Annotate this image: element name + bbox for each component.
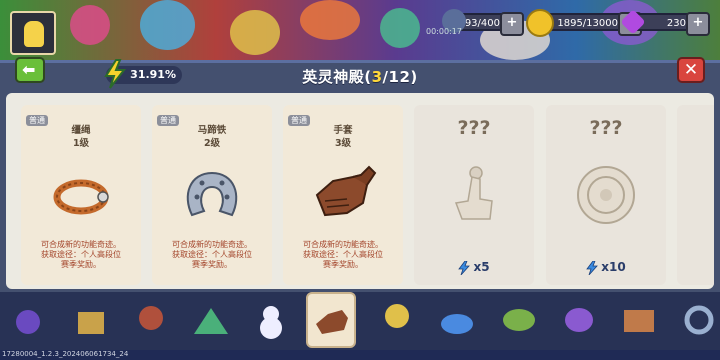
fountain-icon: [441, 314, 473, 334]
close-button[interactable]: ✕: [677, 57, 705, 83]
unlock-cost: x10: [546, 260, 666, 275]
add-gem-button[interactable]: +: [686, 12, 710, 36]
horseshoe-icon: [186, 171, 238, 217]
unlock-cost: x5: [414, 260, 534, 275]
item-name: 缰绳: [71, 125, 91, 136]
item-level: 1级: [72, 138, 90, 149]
category-slot[interactable]: [126, 294, 176, 344]
item-card-locked[interactable]: ??? x5: [414, 105, 534, 285]
item-card-partial[interactable]: [677, 105, 714, 285]
back-button[interactable]: ⬅: [15, 57, 45, 83]
coin-value: 1895/13000: [557, 18, 618, 29]
hill-icon: [194, 308, 228, 334]
item-description: 可合成新的功能奇迹。 获取途径：个人高段位 赛季奖励。: [41, 240, 121, 269]
collection-progress: 31.91%: [104, 59, 182, 89]
coin-icon: [526, 9, 554, 37]
player-avatar[interactable]: [10, 11, 56, 55]
arch-icon: [78, 312, 104, 334]
leaf-icon: [503, 309, 535, 331]
category-slot[interactable]: [554, 294, 604, 344]
rope-icon: [53, 179, 109, 215]
category-slot[interactable]: [66, 294, 116, 344]
ring-icon: [684, 305, 714, 335]
timer-text: 00:00:17: [426, 27, 462, 36]
item-description: 可合成新的功能奇迹。 获取途径：个人高段位 赛季奖励。: [303, 240, 383, 269]
item-name: 手套: [333, 125, 353, 136]
category-slot[interactable]: [6, 294, 56, 344]
statue-silhouette-icon: [454, 166, 493, 220]
cauldron-icon: [565, 308, 593, 332]
progress-value: 31.91%: [130, 68, 176, 81]
shield-silhouette-icon: [577, 166, 635, 224]
category-slot[interactable]: [246, 294, 296, 344]
energy-icon: [586, 260, 599, 275]
item-level: 2级: [203, 138, 221, 149]
category-slot[interactable]: [432, 294, 482, 344]
item-card-locked[interactable]: ??? x10: [546, 105, 666, 285]
item-level: 3级: [334, 138, 352, 149]
progress-bolt-icon: [104, 59, 127, 89]
orb-icon: [16, 310, 40, 334]
item-name: 马蹄铁: [197, 125, 227, 136]
stamina-value: 93/400: [464, 18, 500, 29]
category-slot[interactable]: [494, 294, 544, 344]
category-slot[interactable]: [674, 294, 718, 344]
category-slot[interactable]: [186, 294, 236, 344]
gem-value: 230: [666, 18, 686, 29]
item-card-rein[interactable]: 普通 缰绳 1级 可合成新的功能奇迹。 获取途径：个人高段位 赛季奖励。: [21, 105, 141, 285]
back-arrow-icon: ⬅: [22, 60, 36, 79]
item-description: 可合成新的功能奇迹。 获取途径：个人高段位 赛季奖励。: [172, 240, 252, 269]
locked-title: ???: [589, 117, 623, 139]
item-card-glove[interactable]: 普通 手套 3级 可合成新的功能奇迹。 获取途径：个人高段位 赛季奖励。: [283, 105, 403, 285]
category-slot[interactable]: [614, 294, 664, 344]
category-slot-selected[interactable]: [306, 292, 356, 348]
energy-icon: [458, 260, 471, 275]
locked-title: ???: [457, 117, 491, 139]
category-slot[interactable]: [372, 294, 422, 344]
build-version: 17280004_1.2.3_202406061734_24: [2, 350, 129, 358]
item-shelf: 普通 缰绳 1级 可合成新的功能奇迹。 获取途径：个人高段位 赛季奖励。 普通 马蹄…: [6, 93, 714, 289]
gem-counter: 230 +: [620, 9, 710, 36]
glove-icon: [316, 310, 348, 334]
chest-icon: [624, 310, 654, 332]
balloon-icon: [385, 304, 409, 328]
glove-icon: [315, 165, 377, 217]
add-stamina-button[interactable]: +: [500, 12, 524, 36]
tree-icon: [139, 306, 163, 330]
item-card-horseshoe[interactable]: 普通 马蹄铁 2级 可合成新的功能奇迹。 获取途径：个人高段位 赛季奖励。: [152, 105, 272, 285]
snowman-icon: [260, 306, 282, 339]
